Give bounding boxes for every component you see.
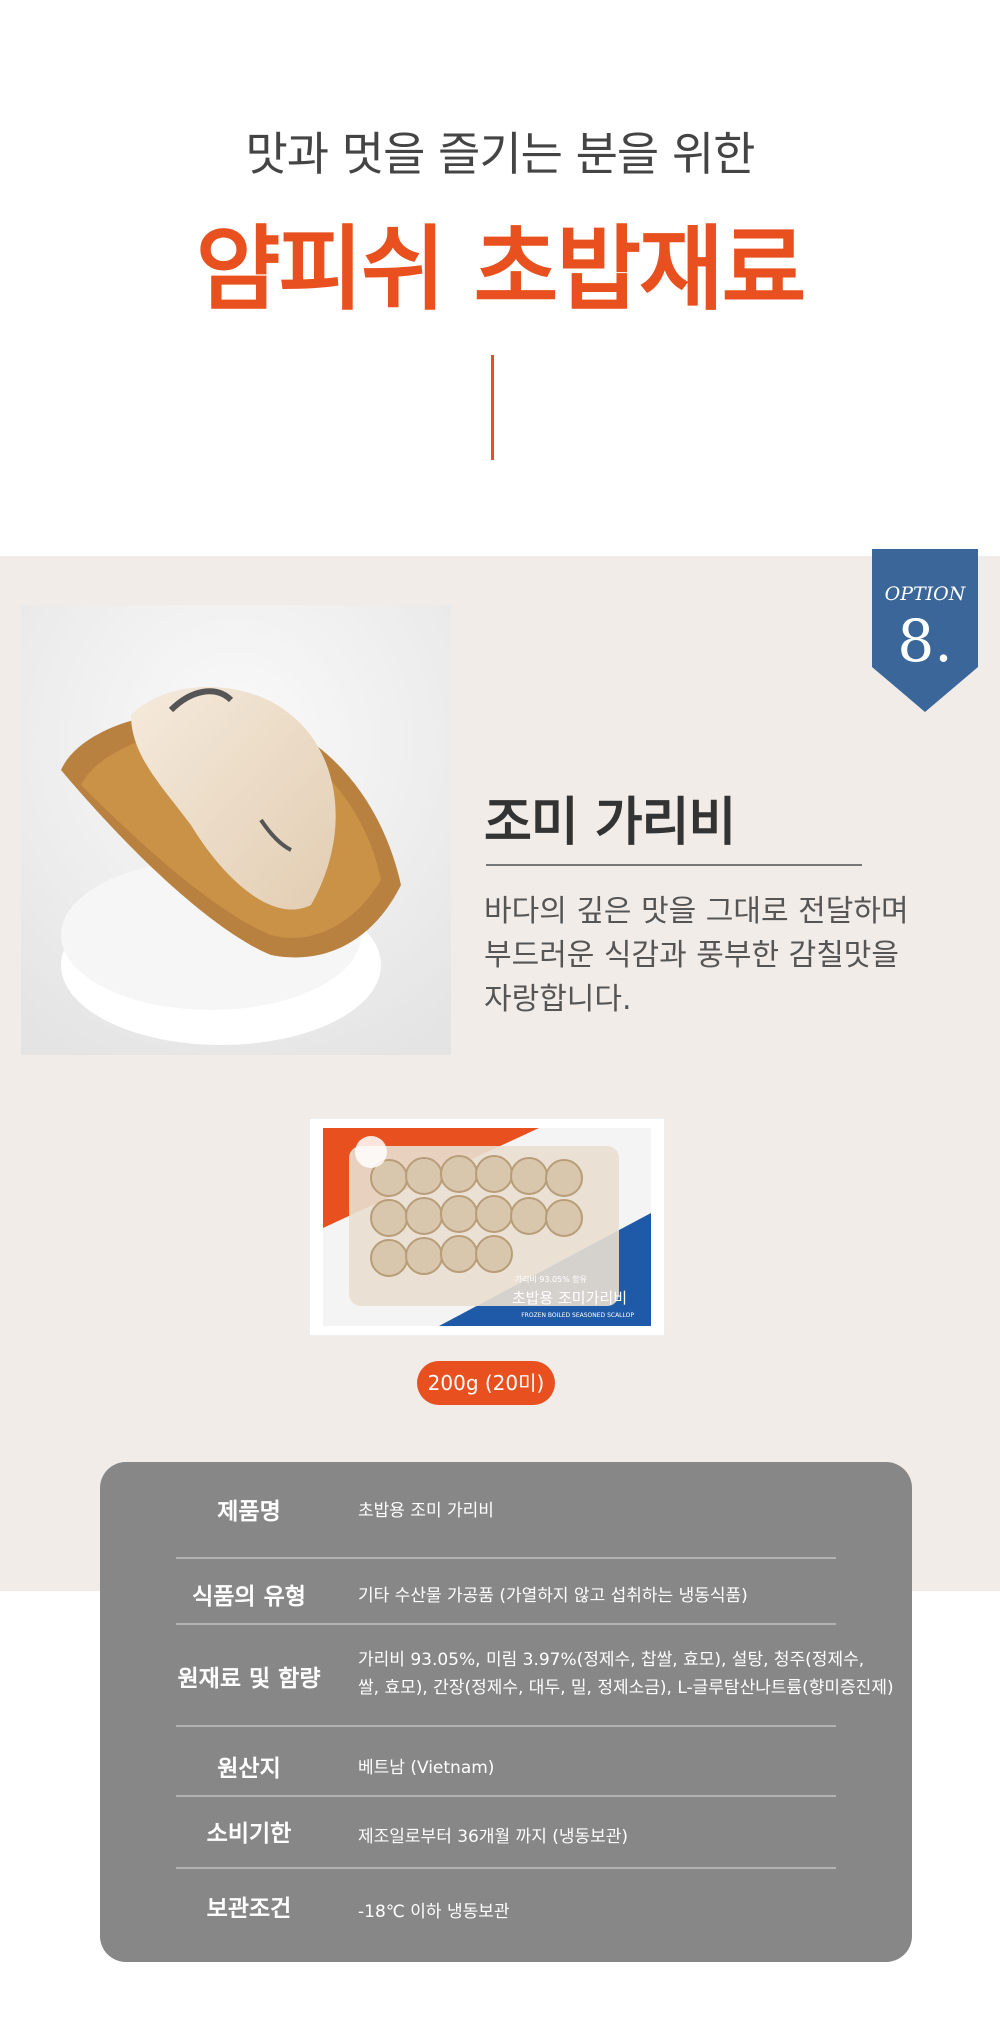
row-value-line: 가리비 93.05%, 미림 3.97%(정제수, 찹쌀, 효모), 설탕, 청… bbox=[358, 1650, 865, 1670]
row-value: 베트남 (Vietnam) bbox=[358, 1758, 495, 1778]
description-line: 자랑합니다. bbox=[484, 982, 632, 1017]
scallop-sushi-photo bbox=[21, 605, 451, 1055]
vertical-divider bbox=[491, 355, 494, 460]
package-content-label: 가리비 93.05% 함유 bbox=[515, 1275, 587, 1284]
table-row: 소비기한 제조일로부터 36개월 까지 (냉동보관) bbox=[176, 1797, 836, 1869]
row-value: 기타 수산물 가공품 (가열하지 않고 섭취하는 냉동식품) bbox=[358, 1586, 748, 1606]
page-title: 얌피쉬 초밥재료 bbox=[195, 216, 807, 323]
package-small-label: FROZEN BOILED SEASONED SCALLOP bbox=[521, 1312, 634, 1319]
description-line: 바다의 깊은 맛을 그대로 전달하며 bbox=[484, 894, 909, 929]
name-divider bbox=[486, 864, 862, 866]
row-label: 소비기한 bbox=[206, 1821, 292, 1847]
row-label: 식품의 유형 bbox=[192, 1584, 306, 1610]
description-line: 부드러운 식감과 풍부한 감칠맛을 bbox=[484, 938, 900, 973]
weight-pill: 200g (20미) bbox=[417, 1361, 555, 1405]
hero-section: 맛과 멋을 즐기는 분을 위한 얌피쉬 초밥재료 bbox=[0, 0, 1000, 556]
table-row: 원산지 베트남 (Vietnam) bbox=[176, 1727, 836, 1797]
table-row: 원재료 및 함량 가리비 93.05%, 미림 3.97%(정제수, 찹쌀, 효… bbox=[176, 1625, 894, 1727]
option-label: OPTION bbox=[884, 583, 966, 605]
table-row: 제품명 초밥용 조미 가리비 bbox=[176, 1462, 836, 1559]
row-label: 제품명 bbox=[217, 1499, 281, 1525]
table-row: 식품의 유형 기타 수산물 가공품 (가열하지 않고 섭취하는 냉동식품) bbox=[176, 1559, 836, 1625]
product-description: 바다의 깊은 맛을 그대로 전달하며 부드러운 식감과 풍부한 감칠맛을 자랑합… bbox=[484, 890, 909, 1022]
row-value: 가리비 93.05%, 미림 3.97%(정제수, 찹쌀, 효모), 설탕, 청… bbox=[358, 1646, 894, 1702]
row-value: 초밥용 조미 가리비 bbox=[358, 1501, 494, 1521]
row-value: 제조일로부터 36개월 까지 (냉동보관) bbox=[358, 1827, 629, 1847]
product-name: 조미 가리비 bbox=[484, 793, 736, 853]
row-label: 보관조건 bbox=[206, 1896, 292, 1922]
row-label: 원산지 bbox=[217, 1756, 281, 1782]
product-package-photo: 가리비 93.05% 함유 초밥용 조미가리비 FROZEN BOILED SE… bbox=[308, 1117, 666, 1337]
product-info-table: 제품명 초밥용 조미 가리비 식품의 유형 기타 수산물 가공품 (가열하지 않… bbox=[100, 1462, 912, 1962]
table-row: 보관조건 -18℃ 이하 냉동보관 bbox=[176, 1869, 836, 1949]
row-label: 원재료 및 함량 bbox=[177, 1666, 321, 1692]
row-value-line: 쌀, 효모), 간장(정제수, 대두, 밀, 정제소금), L-글루탐산나트륨(… bbox=[358, 1678, 894, 1698]
page-subtitle: 맛과 멋을 즐기는 분을 위한 bbox=[245, 127, 755, 181]
row-value: -18℃ 이하 냉동보관 bbox=[358, 1902, 510, 1922]
package-main-label: 초밥용 조미가리비 bbox=[512, 1289, 627, 1307]
option-number: 8. bbox=[897, 607, 953, 675]
